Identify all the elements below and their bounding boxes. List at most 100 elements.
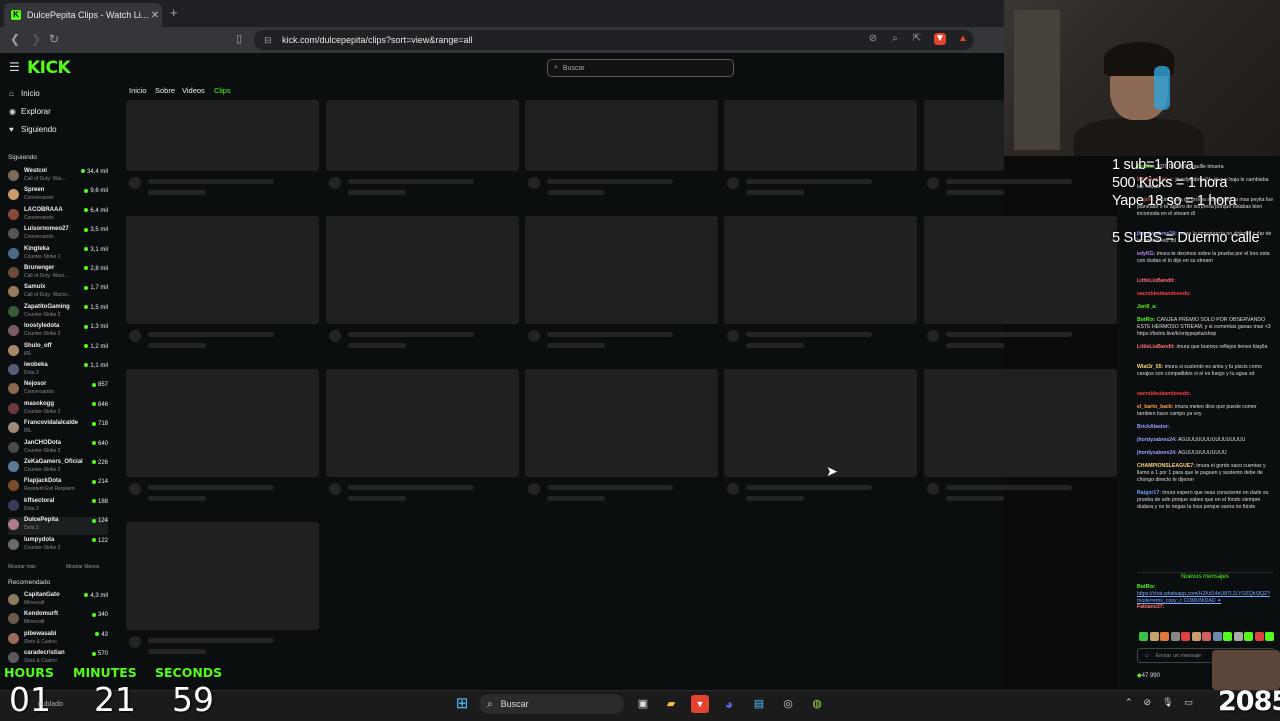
- chat-username[interactable]: sacrebleubandonedo:: [1137, 291, 1191, 297]
- clip-thumbnail-placeholder[interactable]: [126, 522, 319, 630]
- emoji-icon[interactable]: ☺: [1144, 653, 1150, 659]
- avatar: [8, 441, 19, 453]
- clip-thumbnail-placeholder[interactable]: [525, 216, 718, 324]
- tab-close-icon[interactable]: ✕: [148, 10, 162, 21]
- brave-browser-icon[interactable]: ▼: [691, 695, 709, 713]
- channel-item[interactable]: Nejosor Conversando 857: [8, 381, 108, 399]
- clip-thumbnail-placeholder[interactable]: [924, 369, 1117, 477]
- bookmark-icon[interactable]: ▯: [236, 32, 242, 45]
- chat-username[interactable]: Wlat3r_55:: [1137, 364, 1163, 370]
- channel-item[interactable]: loostyledota Counter-Strike 2 1,3 mil: [8, 323, 108, 341]
- mute-tab-icon[interactable]: ⊘: [867, 33, 879, 45]
- chat-username[interactable]: edyKG:: [1137, 251, 1155, 257]
- share-icon[interactable]: ⇱: [911, 33, 923, 45]
- tab-videos[interactable]: Videos: [182, 86, 205, 95]
- browser-tab[interactable]: K DulcePepita Clips - Watch Li... ✕: [4, 3, 162, 27]
- chat-username[interactable]: Jorill_a:: [1137, 304, 1157, 310]
- tray-chevron-icon[interactable]: ⌃: [1125, 697, 1133, 708]
- clip-thumbnail-placeholder[interactable]: [525, 100, 718, 171]
- channel-item[interactable]: masokogg Counter-Strike 2 846: [8, 401, 108, 419]
- channel-item[interactable]: Francovidalalcalde IRL 718: [8, 420, 108, 438]
- clip-thumbnail-placeholder[interactable]: [326, 100, 519, 171]
- app-icon[interactable]: ◍: [808, 695, 826, 713]
- url-field[interactable]: ⊟ kick.com/dulcepepita/clips?sort=view&r…: [254, 30, 974, 50]
- tab-inicio[interactable]: Inicio: [129, 86, 147, 95]
- channel-item[interactable]: Westcol Call of Duty: War... 34,4 mil: [8, 168, 108, 186]
- clip-thumbnail-placeholder[interactable]: [724, 216, 917, 324]
- taskbar-search[interactable]: ⌕ Buscar: [479, 694, 624, 714]
- brave-rewards-icon[interactable]: ▲: [957, 33, 969, 45]
- chat-username[interactable]: Fabiano37:: [1137, 604, 1164, 610]
- chat-username[interactable]: CHAMPIONSLEAGUE7:: [1137, 463, 1195, 469]
- channel-item[interactable]: Spreen Conversando 9,6 mil: [8, 187, 108, 205]
- chat-username[interactable]: LittleLioBandit:: [1137, 278, 1175, 284]
- kick-logo[interactable]: KICK: [27, 58, 71, 78]
- zoom-icon[interactable]: ⌕: [889, 33, 901, 45]
- chat-username[interactable]: LittleLioBandit:: [1137, 344, 1175, 350]
- channel-item[interactable]: JanCHODota Counter-Strike 2 640: [8, 440, 108, 458]
- channel-item[interactable]: LACOBRAAA Conversando 6,4 mil: [8, 207, 108, 225]
- tray-display-icon[interactable]: ▭: [1185, 697, 1194, 708]
- brave-shields-icon[interactable]: ▼: [934, 33, 946, 45]
- clip-thumbnail-placeholder[interactable]: [326, 369, 519, 477]
- clip-thumbnail-placeholder[interactable]: [326, 216, 519, 324]
- show-less-button[interactable]: Mostrar Menos: [66, 564, 99, 570]
- nav-inicio[interactable]: ⌂ Inicio: [9, 89, 40, 98]
- clip-thumbnail-placeholder[interactable]: [924, 216, 1117, 324]
- nav-siguiendo[interactable]: ♥ Siguiendo: [9, 125, 57, 134]
- show-more-button[interactable]: Mostrar más: [8, 564, 36, 570]
- windows-start-icon[interactable]: ⊞: [453, 695, 471, 713]
- clip-thumbnail-placeholder[interactable]: [924, 100, 1004, 171]
- clip-thumbnail-placeholder[interactable]: [126, 100, 319, 171]
- tray-network-icon[interactable]: ⊘: [1144, 697, 1152, 708]
- chat-username[interactable]: sacrebleubandonedo:: [1137, 391, 1191, 397]
- tray-mic-icon[interactable]: 🎙︎: [1162, 697, 1173, 708]
- file-explorer-icon[interactable]: ▰: [662, 695, 680, 713]
- channel-item[interactable]: ZeKaGamers_Oficial Counter-Strike 2 226: [8, 459, 108, 477]
- clip-thumbnail-placeholder[interactable]: [525, 369, 718, 477]
- channel-item[interactable]: lumpydota Counter-Strike 2 122: [8, 537, 108, 555]
- clip-thumbnail-placeholder[interactable]: [126, 216, 319, 324]
- channel-item[interactable]: Samulx Call of Duty: Warzo... 1,7 mil: [8, 284, 108, 302]
- clip-thumbnail-placeholder[interactable]: [724, 100, 917, 171]
- channel-item[interactable]: Shulo_off IRL 1,2 mil: [8, 343, 108, 361]
- new-tab-button[interactable]: +: [170, 5, 178, 20]
- chat-username[interactable]: BotRix:: [1137, 584, 1155, 590]
- channel-name: Westcol: [24, 168, 47, 174]
- site-info-icon[interactable]: ⊟: [264, 35, 274, 46]
- chat-username[interactable]: Raigor17:: [1137, 490, 1161, 496]
- chat-username[interactable]: jhordyzabres24:: [1137, 437, 1177, 443]
- tab-sobre[interactable]: Sobre: [155, 86, 175, 95]
- channel-item[interactable]: kffsectoral Dota 2 188: [8, 498, 108, 516]
- chat-username[interactable]: BrickAlastor:: [1137, 424, 1170, 430]
- obs-icon[interactable]: ◎: [779, 695, 797, 713]
- channel-item[interactable]: Luisornomeo27 Conversando 3,5 mil: [8, 226, 108, 244]
- notepad-icon[interactable]: ▤: [750, 695, 768, 713]
- chat-username[interactable]: BotRix:: [1137, 317, 1155, 323]
- channel-item[interactable]: iwobeka Dota 2 1,1 mil: [8, 362, 108, 380]
- channel-item[interactable]: Brunenger Call of Duty: Warz... 2,8 mil: [8, 265, 108, 283]
- task-view-icon[interactable]: ▣: [634, 695, 652, 713]
- forward-icon[interactable]: ❯: [31, 32, 41, 46]
- tab-clips[interactable]: Clips: [214, 86, 231, 95]
- channel-item[interactable]: CapitanGato Minecraft 4,3 mil: [8, 592, 108, 610]
- channel-name: Samulx: [24, 284, 46, 291]
- chat-username[interactable]: jhordyzabres24:: [1137, 450, 1177, 456]
- chat-username[interactable]: el_barto_back:: [1137, 404, 1174, 410]
- nav-explorar[interactable]: ◉ Explorar: [9, 107, 51, 116]
- menu-icon[interactable]: ☰: [9, 60, 20, 74]
- discord-icon[interactable]: ◕: [720, 695, 738, 713]
- back-icon[interactable]: ❮: [10, 32, 20, 46]
- channel-item[interactable]: ZapatitoGaming Counter-Strike 2 1,5 mil: [8, 304, 108, 322]
- new-messages-divider[interactable]: Nuevos mensajes: [1137, 572, 1273, 580]
- reload-icon[interactable]: ↻: [49, 32, 59, 46]
- channel-item[interactable]: DulcePepita Dota 2 124: [8, 517, 108, 536]
- channel-item[interactable]: Kendomurft Minecraft 340: [8, 611, 108, 629]
- clip-thumbnail-placeholder[interactable]: [724, 369, 917, 477]
- channel-item[interactable]: Kingteka Counter-Strike 2 3,1 mil: [8, 246, 108, 264]
- viewer-count-value: 9,6 mil: [90, 188, 108, 195]
- search-input[interactable]: ⌕ Buscar: [547, 59, 734, 77]
- clip-thumbnail-placeholder[interactable]: [126, 369, 319, 477]
- channel-item[interactable]: FlapjackDota Resident Evil Requiem 214: [8, 478, 108, 496]
- channel-item[interactable]: pibewasabi Slots & Casino 43: [8, 631, 108, 649]
